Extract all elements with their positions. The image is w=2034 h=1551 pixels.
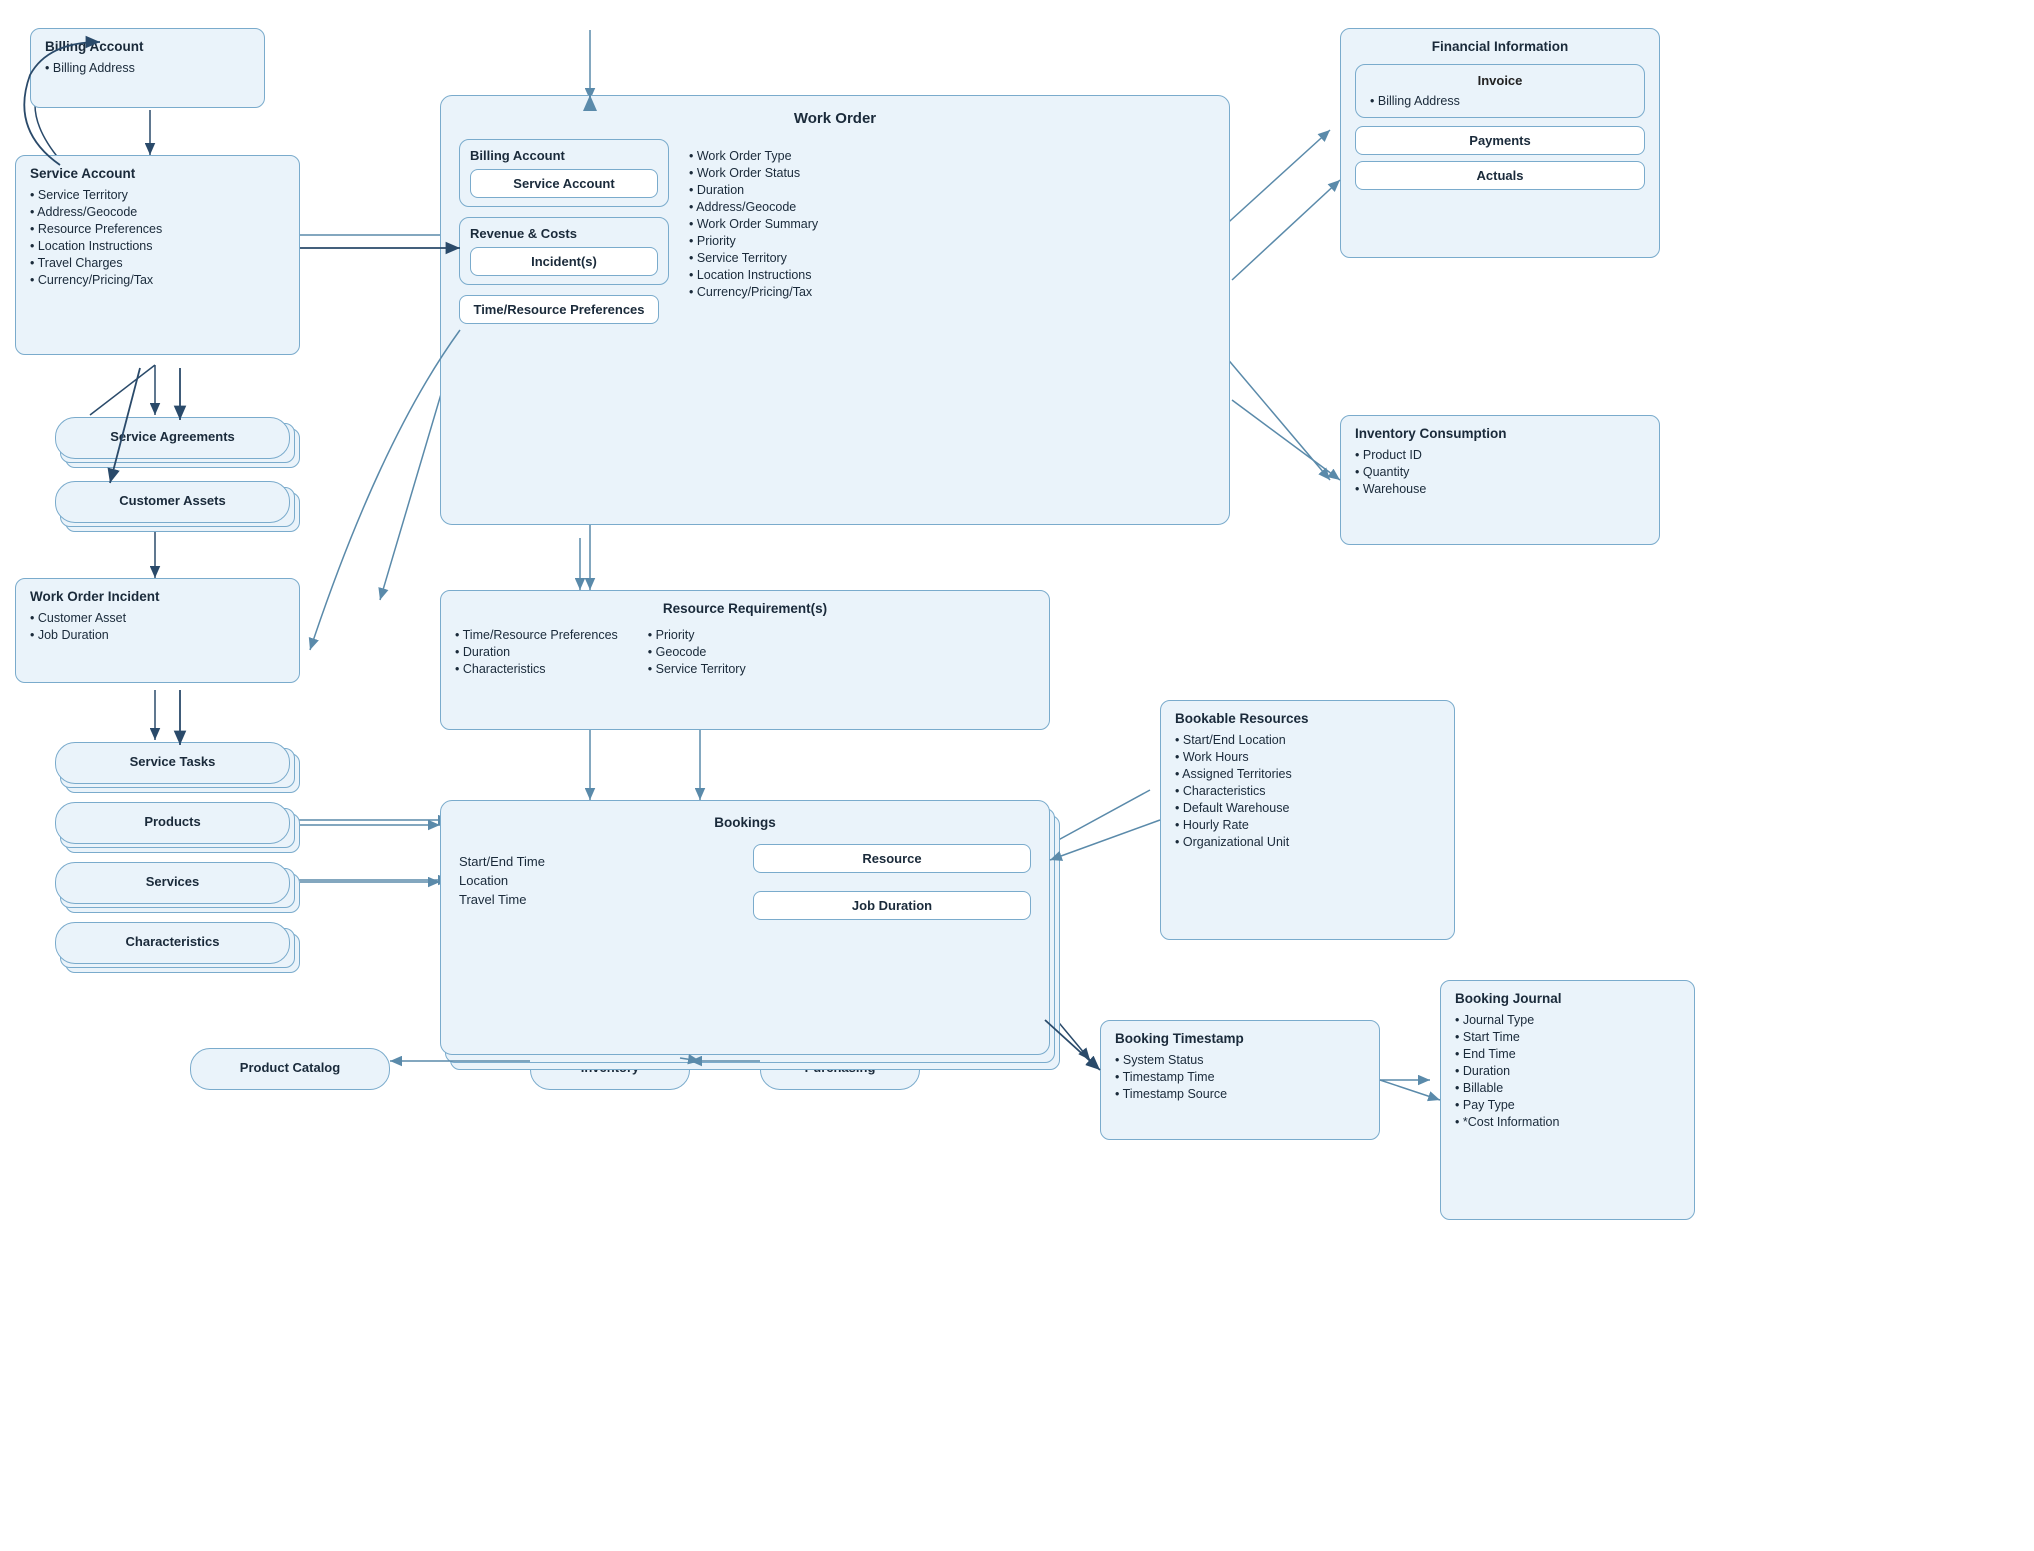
rr-r2: Geocode (648, 643, 746, 660)
work-order-incident-box: Work Order Incident Customer Asset Job D… (15, 578, 300, 683)
work-order-bullets: Work Order Type Work Order Status Durati… (689, 147, 1211, 300)
sa-b6: Currency/Pricing/Tax (30, 271, 285, 288)
br-b7: Organizational Unit (1175, 833, 1440, 850)
woi-b2: Job Duration (30, 626, 285, 643)
bt-b3: Timestamp Source (1115, 1085, 1365, 1102)
work-order-main-title: Work Order (459, 110, 1211, 127)
resource-requirements-box: Resource Requirement(s) Time/Resource Pr… (440, 590, 1050, 730)
billing-account-inner-box: Service Account (470, 169, 658, 198)
bj-b1: Journal Type (1455, 1011, 1680, 1028)
rr-bullets-left: Time/Resource Preferences Duration Chara… (455, 626, 618, 677)
service-account-box: Service Account Service Territory Addres… (15, 155, 300, 355)
bookable-resources-box: Bookable Resources Start/End Location Wo… (1160, 700, 1455, 940)
rr-l2: Duration (455, 643, 618, 660)
wo-b6: Priority (689, 232, 1211, 249)
bookings-title: Bookings (459, 815, 1031, 830)
br-b5: Default Warehouse (1175, 799, 1440, 816)
br-b2: Work Hours (1175, 748, 1440, 765)
sa-b2: Address/Geocode (30, 203, 285, 220)
ic-b2: Quantity (1355, 463, 1645, 480)
diagram: Billing Account Billing Address Service … (0, 0, 2034, 1551)
bj-b7: *Cost Information (1455, 1113, 1680, 1130)
inventory-consumption-bullets: Product ID Quantity Warehouse (1355, 446, 1645, 497)
rr-bullets-right: Priority Geocode Service Territory (648, 626, 746, 677)
job-duration-inner-box: Job Duration (753, 891, 1031, 920)
rr-l1: Time/Resource Preferences (455, 626, 618, 643)
characteristics-pill: Characteristics (55, 922, 290, 964)
br-b4: Characteristics (1175, 782, 1440, 799)
billing-account-top-title: Billing Account (45, 39, 250, 54)
billing-account-top-bullets: Billing Address (45, 59, 250, 76)
sa-b3: Resource Preferences (30, 220, 285, 237)
wo-b5: Work Order Summary (689, 215, 1211, 232)
bt-b1: System Status (1115, 1051, 1365, 1068)
sa-b5: Travel Charges (30, 254, 285, 271)
service-account-bullets: Service Territory Address/Geocode Resour… (30, 186, 285, 288)
sa-b4: Location Instructions (30, 237, 285, 254)
booking-timestamp-bullets: System Status Timestamp Time Timestamp S… (1115, 1051, 1365, 1102)
work-order-incident-bullets: Customer Asset Job Duration (30, 609, 285, 643)
booking-journal-box: Booking Journal Journal Type Start Time … (1440, 980, 1695, 1220)
work-order-incident-title: Work Order Incident (30, 589, 285, 604)
service-agreements-pill: Service Agreements (55, 417, 290, 459)
customer-assets-pill: Customer Assets (55, 481, 290, 523)
booking-timestamp-title: Booking Timestamp (1115, 1031, 1365, 1046)
bookings-line2: Location (459, 873, 737, 888)
bookable-resources-title: Bookable Resources (1175, 711, 1440, 726)
bj-b3: End Time (1455, 1045, 1680, 1062)
bt-b2: Timestamp Time (1115, 1068, 1365, 1085)
wo-b8: Location Instructions (689, 266, 1211, 283)
bookable-resources-bullets: Start/End Location Work Hours Assigned T… (1175, 731, 1440, 850)
ic-b3: Warehouse (1355, 480, 1645, 497)
invoice-bullets: Billing Address (1370, 92, 1630, 109)
booking-timestamp-box: Booking Timestamp System Status Timestam… (1100, 1020, 1380, 1140)
wo-b2: Work Order Status (689, 164, 1211, 181)
bj-b4: Duration (1455, 1062, 1680, 1079)
actuals-inner-box: Actuals (1355, 161, 1645, 190)
resource-requirements-title: Resource Requirement(s) (455, 601, 1035, 616)
bookings-line3: Travel Time (459, 892, 737, 907)
service-tasks-pill: Service Tasks (55, 742, 290, 784)
wo-b3: Duration (689, 181, 1211, 198)
ic-b1: Product ID (1355, 446, 1645, 463)
booking-journal-title: Booking Journal (1455, 991, 1680, 1006)
bookings-box: Bookings Start/End Time Location Travel … (440, 800, 1050, 1055)
invoice-label: Invoice (1370, 73, 1630, 88)
financial-information-box: Financial Information Invoice Billing Ad… (1340, 28, 1660, 258)
billing-account-top-box: Billing Account Billing Address (30, 28, 265, 108)
invoice-b1: Billing Address (1370, 92, 1630, 109)
service-account-title: Service Account (30, 166, 285, 181)
products-pill: Products (55, 802, 290, 844)
wo-b1: Work Order Type (689, 147, 1211, 164)
inventory-consumption-title: Inventory Consumption (1355, 426, 1645, 441)
services-pill: Services (55, 862, 290, 904)
resource-inner-box: Resource (753, 844, 1031, 873)
bookings-line1: Start/End Time (459, 854, 737, 869)
sa-b1: Service Territory (30, 186, 285, 203)
wo-b4: Address/Geocode (689, 198, 1211, 215)
financial-information-title: Financial Information (1355, 39, 1645, 54)
payments-inner-box: Payments (1355, 126, 1645, 155)
booking-journal-bullets: Journal Type Start Time End Time Duratio… (1455, 1011, 1680, 1130)
br-b6: Hourly Rate (1175, 816, 1440, 833)
inventory-consumption-box: Inventory Consumption Product ID Quantit… (1340, 415, 1660, 545)
work-order-main-box: Work Order Billing Account Service Accou… (440, 95, 1230, 525)
br-b1: Start/End Location (1175, 731, 1440, 748)
billing-account-top-bullet-0: Billing Address (45, 59, 250, 76)
rr-l3: Characteristics (455, 660, 618, 677)
wo-b9: Currency/Pricing/Tax (689, 283, 1211, 300)
time-resource-inner-box: Time/Resource Preferences (459, 295, 659, 324)
product-catalog-pill: Product Catalog (190, 1048, 390, 1090)
wo-b7: Service Territory (689, 249, 1211, 266)
bj-b5: Billable (1455, 1079, 1680, 1096)
rr-r1: Priority (648, 626, 746, 643)
woi-b1: Customer Asset (30, 609, 285, 626)
bj-b6: Pay Type (1455, 1096, 1680, 1113)
br-b3: Assigned Territories (1175, 765, 1440, 782)
bj-b2: Start Time (1455, 1028, 1680, 1045)
rr-r3: Service Territory (648, 660, 746, 677)
incidents-inner-box: Incident(s) (470, 247, 658, 276)
